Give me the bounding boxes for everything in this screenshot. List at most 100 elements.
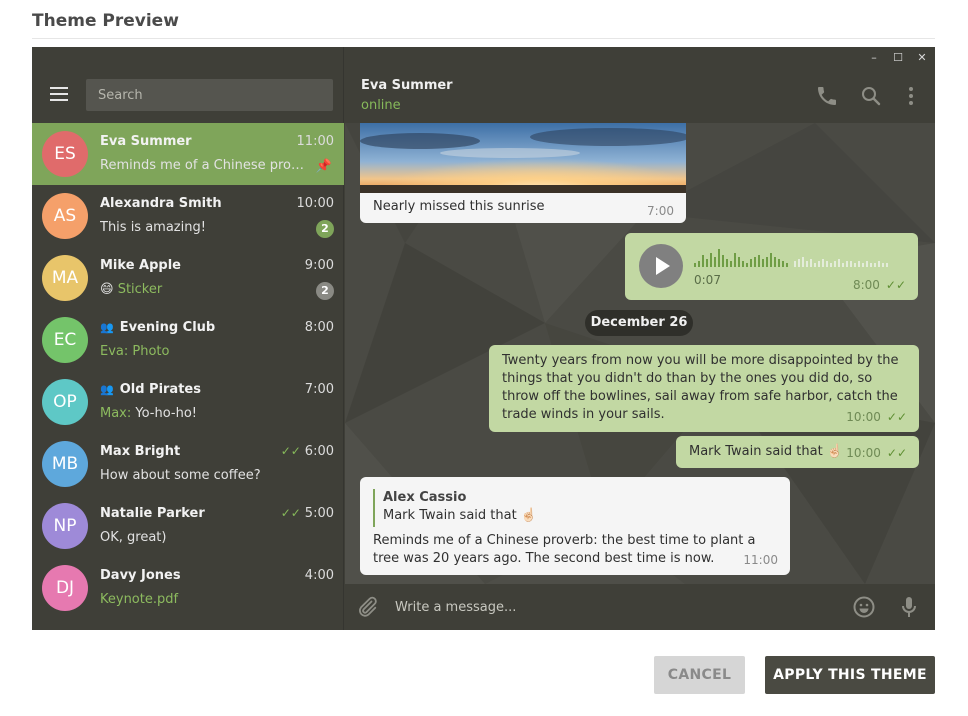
photo-message[interactable]: Nearly missed this sunrise 7:00 [360,123,686,223]
reply-author: Alex Cassio [383,490,467,505]
outgoing-message[interactable]: Mark Twain said that ☝🏻 10:00 ✓✓ [676,436,919,468]
chat-time-text: 8:00 [304,320,334,335]
chat-name-text: Alexandra Smith [100,196,222,211]
play-icon [656,257,670,275]
attach-icon[interactable] [355,595,379,619]
chat-list-item[interactable]: OP 👥 Old Pirates 7:00 Max: Yo-ho-ho! [32,371,344,433]
avatar: NP [42,503,88,549]
close-icon[interactable]: ✕ [914,50,930,66]
chat-name: 👥 Old Pirates [100,382,201,397]
more-options-icon[interactable] [899,84,923,108]
unread-badge: 2 [316,220,334,238]
chat-time-text: 7:00 [304,382,334,397]
reply-quote-text: Mark Twain said that ☝🏻 [383,508,538,523]
play-button[interactable] [639,244,683,288]
read-check-icon: ✓✓ [886,446,907,460]
message-time: 10:00 ✓✓ [846,410,907,424]
cancel-button[interactable]: CANCEL [654,656,745,694]
read-check-icon: ✓✓ [280,506,301,520]
chat-preview: This is amazing! [100,220,310,235]
chat-title: Eva Summer [361,78,453,93]
chat-list-item[interactable]: AS Alexandra Smith 10:00 This is amazing! 2 [32,185,344,247]
chat-list-item[interactable]: NP Natalie Parker ✓✓ 5:00 OK, great) [32,495,344,557]
divider [32,38,935,39]
incoming-reply-message[interactable]: Alex Cassio Mark Twain said that ☝🏻 Remi… [360,477,790,575]
pin-icon: 📌 [315,159,332,174]
emoji-icon[interactable] [852,595,876,619]
message-time: 10:00 ✓✓ [846,446,907,460]
theme-preview-window: ES Eva Summer 11:00 Reminds me of a Chinese… [32,47,935,630]
chat-preview: 😄 Sticker [100,282,310,297]
chat-preview: How about some coffee? [100,468,310,483]
chat-time: 7:00 [305,382,334,397]
chat-list-item[interactable]: MA Mike Apple 9:00 😄 Sticker 2 [32,247,344,309]
chat-preview-prefix: 😄 [100,282,118,297]
chat-list-item[interactable]: ES Eva Summer 11:00 Reminds me of a Chinese… [32,123,344,185]
chat-name-text: Natalie Parker [100,506,205,521]
microphone-icon[interactable] [897,595,921,619]
chat-status: online [361,98,401,113]
chat-name-text: Mike Apple [100,258,181,273]
chat-preview: OK, great) [100,530,310,545]
avatar: DJ [42,565,88,611]
minimize-icon[interactable]: – [866,50,882,66]
chat-preview-text: OK, great) [100,530,167,545]
chat-preview-text: Eva: Photo [100,344,170,359]
avatar: EC [42,317,88,363]
phone-icon[interactable] [815,84,839,108]
message-text: Mark Twain said that ☝🏻 [689,444,844,459]
outgoing-message[interactable]: Twenty years from now you will be more d… [489,345,919,432]
chat-preview-text: This is amazing! [100,220,206,235]
group-icon: 👥 [100,321,114,334]
chat-time-text: 9:00 [304,258,334,273]
chat-name-text: Eva Summer [100,134,192,149]
chat-name: Alexandra Smith [100,196,222,211]
photo-caption: Nearly missed this sunrise [373,199,545,214]
message-input[interactable] [395,594,835,620]
reply-quote[interactable]: Alex Cassio Mark Twain said that ☝🏻 [373,489,537,527]
chat-list-item[interactable]: EC 👥 Evening Club 8:00 Eva: Photo [32,309,344,371]
avatar: ES [42,131,88,177]
chat-list-item[interactable]: DJ Davy Jones 4:00 Keynote.pdf [32,557,344,619]
chat-time: 11:00 [297,134,334,149]
chat-preview: Keynote.pdf [100,592,310,607]
chat-name-text: Evening Club [119,320,216,335]
chat-time-text: 11:00 [296,134,334,149]
chat-name: Max Bright [100,444,180,459]
photo-time: 7:00 [647,204,674,218]
chat-preview: Eva: Photo [100,344,310,359]
group-icon: 👥 [100,383,114,396]
maximize-icon[interactable]: ☐ [890,50,906,66]
chat-panel: Eva Summer online Nearly missed this sun… [345,47,935,630]
page-title: Theme Preview [32,11,179,31]
chat-time: 9:00 [305,258,334,273]
search-icon[interactable] [859,84,883,108]
chat-header: Eva Summer online [345,69,935,123]
chat-name-text: Old Pirates [119,382,201,397]
chat-name: 👥 Evening Club [100,320,215,335]
voice-message[interactable]: 0:07 8:00 ✓✓ [625,233,918,300]
read-check-icon: ✓✓ [886,410,907,424]
chat-time-text: 6:00 [304,444,334,459]
chat-preview-text: Reminds me of a Chinese prover... [100,158,310,173]
chat-time: 8:00 [305,320,334,335]
chat-time: ✓✓ 5:00 [281,506,334,521]
chat-preview: Max: Yo-ho-ho! [100,406,310,421]
search-input[interactable] [86,79,333,111]
apply-theme-button[interactable]: APPLY THIS THEME [765,656,935,694]
menu-icon[interactable] [50,87,68,101]
voice-duration: 0:07 [694,273,721,287]
sunrise-image [360,123,686,193]
chat-name-text: Davy Jones [100,568,181,583]
chat-name: Eva Summer [100,134,192,149]
message-area: Nearly missed this sunrise 7:00 0:07 8:0… [345,123,935,584]
unread-badge: 2 [316,282,334,300]
chat-name: Natalie Parker [100,506,205,521]
chat-preview-text: Yo-ho-ho! [135,406,198,421]
chat-list-sidebar: ES Eva Summer 11:00 Reminds me of a Chinese… [32,47,344,630]
read-check-icon: ✓✓ [280,444,301,458]
chat-list-item[interactable]: MB Max Bright ✓✓ 6:00 How about some coffee? [32,433,344,495]
window-titlebar: – ☐ ✕ [32,47,935,69]
chat-preview-prefix: Max: [100,406,136,421]
message-composer [345,584,935,630]
